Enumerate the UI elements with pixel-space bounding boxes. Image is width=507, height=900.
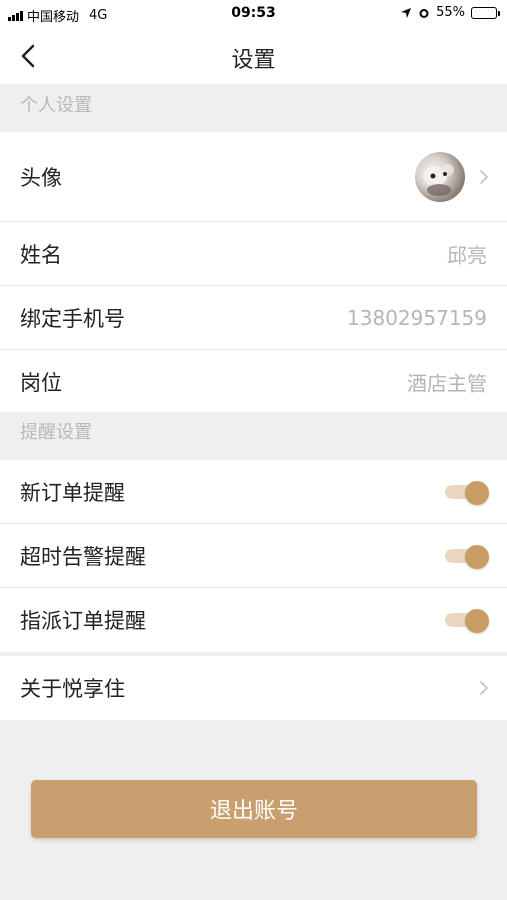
chevron-right-icon [480, 169, 488, 184]
row-value-name: 邱亮 [447, 243, 487, 267]
row-avatar[interactable]: 头像 [0, 132, 507, 222]
battery-icon [471, 6, 500, 19]
timeout-alert-toggle[interactable] [445, 544, 489, 569]
logout-button[interactable]: 退出账号 [31, 780, 477, 838]
nav-bar: 设置 [0, 28, 507, 84]
row-value-phone: 13802957159 [347, 305, 487, 330]
row-label-name: 姓名 [20, 242, 62, 267]
page-title: 设置 [231, 48, 276, 73]
chevron-right-icon [480, 681, 488, 695]
row-position: 岗位 酒店主管 [0, 350, 507, 414]
reminder-settings-group: 新订单提醒 超时告警提醒 指派订单提醒 [0, 460, 507, 652]
row-label-about: 关于悦享住 [20, 677, 125, 701]
section-header-personal: 个人设置 [0, 84, 507, 132]
new-order-toggle[interactable] [445, 480, 489, 505]
row-value-position: 酒店主管 [407, 371, 487, 396]
row-label-phone: 绑定手机号 [20, 306, 125, 331]
row-label-assigned-order: 指派订单提醒 [20, 609, 146, 633]
row-name: 姓名 邱亮 [0, 222, 507, 286]
row-label-timeout-alert: 超时告警提醒 [20, 544, 146, 569]
avatar-image [423, 163, 454, 196]
personal-settings-group: 头像 姓名 邱亮 绑定手机号 13802957159 岗位 酒店主管 [0, 132, 507, 414]
row-phone: 绑定手机号 13802957159 [0, 286, 507, 350]
status-bar: 中国移动 4G 09:53 55% [0, 0, 507, 28]
row-about[interactable]: 关于悦享住 [0, 656, 507, 720]
row-label-position: 岗位 [20, 371, 62, 395]
assigned-order-toggle[interactable] [445, 609, 489, 633]
status-right: 55% [400, 5, 500, 20]
row-timeout-alert-reminder: 超时告警提醒 [0, 524, 507, 588]
row-label-new-order: 新订单提醒 [20, 480, 125, 505]
section-header-reminders: 提醒设置 [0, 412, 507, 460]
avatar [415, 151, 465, 202]
row-label-avatar: 头像 [20, 165, 62, 190]
about-group: 关于悦享住 [0, 656, 507, 720]
row-new-order-reminder: 新订单提醒 [0, 460, 507, 524]
row-assigned-order-reminder: 指派订单提醒 [0, 588, 507, 652]
battery-percent: 55% [436, 5, 465, 20]
alarm-icon [419, 8, 429, 18]
location-arrow-icon [401, 7, 412, 18]
